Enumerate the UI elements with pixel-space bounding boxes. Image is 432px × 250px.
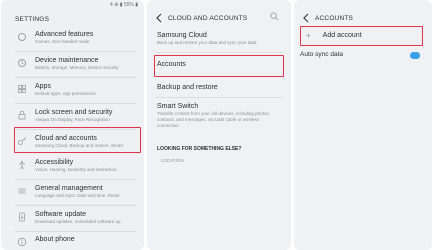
cloud-key-icon (18, 33, 26, 41)
item-title: Apps (35, 83, 51, 90)
software-update-icon (19, 212, 25, 222)
device-maintenance-icon (18, 59, 26, 67)
settings-title: SETTINGS (1, 12, 144, 26)
item-subtitle: Language and input, Date and time, Reset (35, 193, 120, 198)
apps-icon (18, 85, 26, 93)
divider (15, 51, 136, 52)
settings-item-apps[interactable]: Apps Default apps, App permissions (1, 83, 144, 105)
item-title: Lock screen and security (35, 109, 113, 116)
item-subtitle: Games, One-handed mode (35, 39, 90, 44)
back-arrow-icon[interactable] (155, 13, 163, 23)
item-title: Software update (35, 211, 86, 218)
back-arrow-icon[interactable] (302, 13, 310, 23)
divider (15, 77, 136, 78)
auto-sync-label: Auto sync data (300, 51, 343, 58)
item-title: Samsung Cloud (157, 32, 207, 39)
location-link[interactable]: LOCATION (161, 158, 184, 163)
item-title: Device maintenance (35, 57, 99, 64)
item-subtitle: Back up and restore your data and sync y… (157, 40, 257, 45)
item-subtitle: Always On Display, Face Recognition (35, 117, 110, 122)
item-title: About phone (35, 236, 75, 243)
divider (15, 231, 136, 232)
page-title: SETTINGS (15, 15, 50, 23)
accessibility-icon (19, 161, 25, 170)
cloud-accounts-screen: CLOUD AND ACCOUNTS Samsung Cloud Back up… (147, 0, 291, 250)
info-icon (17, 237, 27, 247)
status-bar: 4 ⊕ ▮ 55% ▮ (1, 0, 144, 10)
item-title: Backup and restore (157, 84, 218, 91)
status-bar (147, 0, 291, 10)
item-subtitle: Vision, Hearing, Dexterity and interacti… (35, 167, 117, 172)
divider (156, 52, 283, 53)
highlight-box (14, 127, 141, 153)
search-icon[interactable] (270, 12, 279, 21)
app-bar: ACCOUNTS (294, 10, 432, 26)
settings-item-device-maintenance[interactable]: Device maintenance Battery, Storage, Mem… (1, 57, 144, 79)
divider (15, 205, 136, 206)
menu-item-samsung-cloud[interactable]: Samsung Cloud Back up and restore your d… (147, 32, 291, 46)
highlight-box (300, 26, 423, 46)
item-subtitle: Transfer content from your old devices, … (157, 111, 270, 128)
settings-screen: 4 ⊕ ▮ 55% ▮ SETTINGS Advanced features G… (1, 0, 144, 250)
settings-item-advanced-features[interactable]: Advanced features Games, One-handed mode (1, 31, 144, 53)
item-title: Smart Switch (157, 103, 199, 110)
item-title: General management (35, 185, 103, 192)
section-header: LOOKING FOR SOMETHING ELSE? (157, 146, 242, 152)
status-bar (294, 0, 432, 10)
highlight-box (154, 55, 284, 77)
settings-item-about-phone[interactable]: About phone (1, 236, 144, 250)
accounts-screen: ACCOUNTS + Add account Auto sync data (294, 0, 432, 250)
settings-item-software-update[interactable]: Software update Download updates, Schedu… (1, 211, 144, 233)
item-subtitle: Battery, Storage, Memory, Device securit… (35, 65, 119, 70)
page-title: ACCOUNTS (315, 14, 354, 22)
settings-item-accessibility[interactable]: Accessibility Vision, Hearing, Dexterity… (1, 159, 144, 181)
item-title: Advanced features (35, 31, 94, 38)
page-title: CLOUD AND ACCOUNTS (168, 14, 248, 22)
item-subtitle: Download updates, Scheduled software up (35, 219, 121, 224)
divider (15, 179, 136, 180)
menu-item-backup-and-restore[interactable]: Backup and restore (147, 84, 291, 92)
divider (156, 97, 283, 98)
status-text: 4 ⊕ ▮ 55% ▮ (109, 2, 138, 8)
item-title: Accessibility (35, 159, 74, 166)
general-management-icon (18, 188, 26, 194)
settings-item-general-management[interactable]: General management Language and input, D… (1, 185, 144, 207)
auto-sync-toggle[interactable] (410, 52, 420, 59)
divider (15, 103, 136, 104)
lock-icon (18, 110, 26, 120)
item-subtitle: Default apps, App permissions (35, 91, 96, 96)
menu-item-smart-switch[interactable]: Smart Switch Transfer content from your … (147, 103, 291, 129)
